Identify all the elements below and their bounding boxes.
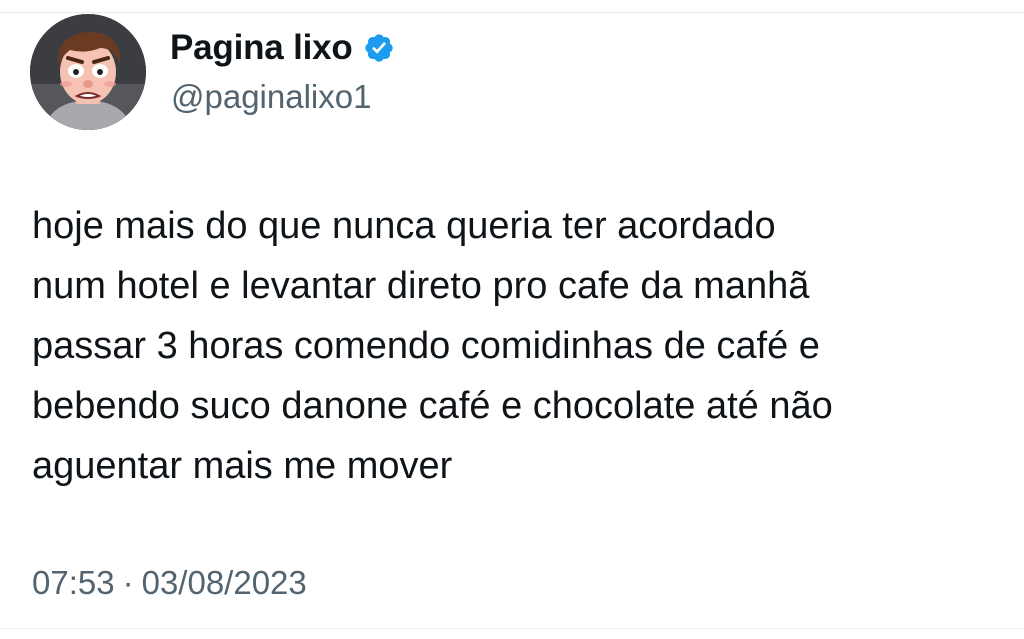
author-handle[interactable]: @paginalixo1 — [171, 78, 371, 116]
tweet-time: 07:53 — [32, 564, 115, 601]
tweet-text-line: bebendo suco danone café e chocolate até… — [32, 385, 833, 427]
timestamp-separator: · — [122, 564, 134, 601]
tweet-header: Pagina lixo @paginalixo1 — [30, 14, 990, 130]
author-name-row: Pagina lixo — [170, 26, 395, 70]
tweet-timestamp[interactable]: 07:53 · 03/08/2023 — [32, 564, 307, 602]
avatar-image — [30, 14, 146, 130]
tweet-text-line: passar 3 horas comendo comidinhas de caf… — [32, 325, 820, 367]
tweet-body: hoje mais do que nunca queria ter acorda… — [32, 196, 992, 496]
top-divider — [0, 0, 1024, 13]
tweet-date: 03/08/2023 — [141, 564, 307, 601]
verified-badge-icon[interactable] — [363, 32, 395, 64]
tweet-text-line: num hotel e levantar direto pro cafe da … — [32, 265, 810, 307]
tweet-text-line: aguentar mais me mover — [32, 445, 453, 487]
author-display-name[interactable]: Pagina lixo — [170, 28, 353, 68]
bottom-divider — [0, 628, 1024, 629]
tweet-text-line: hoje mais do que nunca queria ter acorda… — [32, 205, 776, 247]
avatar[interactable] — [30, 14, 146, 130]
